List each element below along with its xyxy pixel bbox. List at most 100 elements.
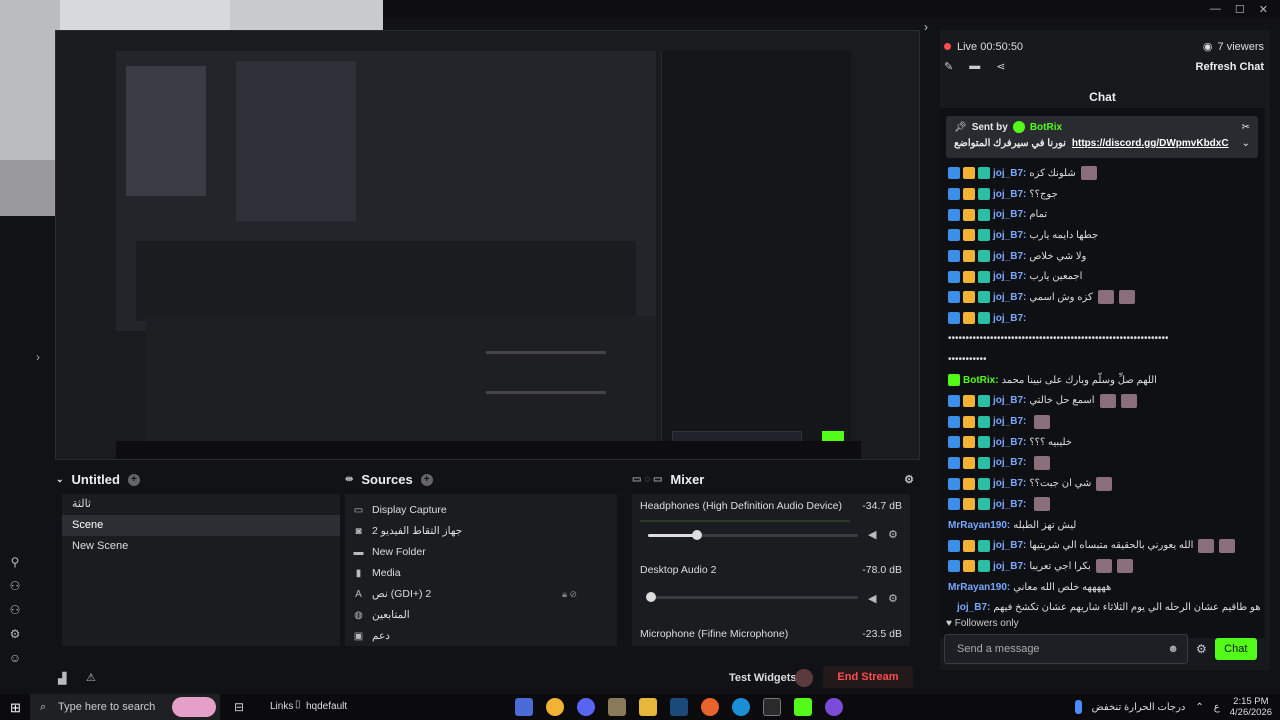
gear-icon[interactable]: ⚙	[8, 627, 22, 641]
chat-message[interactable]: joj_B7: جوج؟؟	[948, 184, 1260, 205]
slider-knob[interactable]	[692, 530, 702, 540]
chat-message[interactable]: •••••••••••	[948, 349, 1260, 370]
stream-preview[interactable]	[55, 30, 920, 460]
source-item[interactable]: A نص (GDI+) 2 🔒︎ ⊘	[345, 584, 617, 605]
link-icon[interactable]: ⚲	[8, 555, 22, 569]
language-indicator[interactable]: ع	[1214, 702, 1220, 713]
chat-message[interactable]: joj_B7: كزه وش اسمي	[948, 287, 1260, 308]
chat-message[interactable]: joj_B7:مر شاري الملابس الي هو طاقيم عشان…	[948, 597, 1260, 618]
test-widgets-button[interactable]: Test Widgets	[729, 672, 797, 684]
chat-message[interactable]: joj_B7: اجمعين يارب	[948, 266, 1260, 287]
mixer-tools-icon[interactable]: ▭ ◌ ▭	[632, 474, 662, 485]
stats-icon[interactable]: ▟	[58, 672, 66, 685]
chat-message[interactable]: joj_B7: ولا شي خلاص	[948, 246, 1260, 267]
chat-username[interactable]: joj_B7:	[993, 437, 1026, 448]
chat-username[interactable]: joj_B7:	[993, 189, 1026, 200]
chevron-down-icon[interactable]: ⌄	[1242, 138, 1250, 149]
chat-message[interactable]: joj_B7: اسمع حل خالتي	[948, 391, 1260, 412]
gear-icon[interactable]: ⚙	[1196, 642, 1207, 656]
plug-icon-2[interactable]: ⚇	[8, 603, 22, 617]
scene-item[interactable]: ثالثة	[62, 494, 340, 515]
pinned-link[interactable]: https://discord.gg/DWpmvKbdxC	[1072, 138, 1229, 149]
chat-username[interactable]: joj_B7:	[993, 271, 1026, 282]
scene-item[interactable]: Scene	[62, 515, 340, 536]
windows-start-icon[interactable]: ⊞	[10, 700, 21, 716]
weather-text[interactable]: درجات الحرارة تنخفض	[1092, 702, 1186, 713]
chat-username[interactable]: joj_B7:	[993, 561, 1026, 572]
source-item[interactable]: ◙ جهاز التقاط الفيديو 2	[345, 521, 617, 542]
chat-message[interactable]: joj_B7: جطها دايمه يارب	[948, 225, 1260, 246]
chevron-up-icon[interactable]: ⌃	[1195, 702, 1203, 713]
chat-username[interactable]: MrRayan190:	[948, 520, 1010, 531]
chat-username[interactable]: joj_B7:	[993, 230, 1026, 241]
end-stream-button[interactable]: End Stream	[823, 666, 913, 688]
chat-message[interactable]: joj_B7: شلونك كزه	[948, 163, 1260, 184]
chat-message[interactable]: joj_B7:	[948, 494, 1260, 515]
chat-username[interactable]: joj_B7:	[993, 395, 1026, 406]
edit-icon[interactable]: ✎	[944, 60, 953, 73]
chat-message[interactable]: BotRix: اللهم صلِّ وسلّم وبارك على نبينا …	[948, 370, 1260, 391]
chat-message[interactable]: MrRayan190: هههههه خلص الله معاني	[948, 577, 1260, 598]
alert-icon[interactable]: ⚠	[86, 671, 96, 684]
chat-username[interactable]: joj_B7:	[993, 499, 1026, 510]
source-item[interactable]: ▮ Media	[345, 563, 617, 584]
app-icon[interactable]	[546, 698, 564, 716]
minimize-button[interactable]: —	[1210, 3, 1221, 15]
app-icon[interactable]	[515, 698, 533, 716]
steam-icon[interactable]	[670, 698, 688, 716]
pinned-message[interactable]: 📌︎ Sent by BotRix ✂ نورنا في سيرفرك المت…	[946, 116, 1258, 158]
app-icon[interactable]	[825, 698, 843, 716]
chat-message[interactable]: joj_B7: الله يعورني بالحقيقه متبساه الي ش…	[948, 535, 1260, 556]
chat-username[interactable]: joj_B7:	[993, 168, 1026, 179]
folder-icon[interactable]: ▬	[969, 60, 980, 73]
chat-username[interactable]: joj_B7:	[993, 251, 1026, 262]
message-input[interactable]: Send a message ☻	[944, 634, 1188, 664]
scene-item[interactable]: New Scene	[62, 536, 340, 557]
add-scene-icon[interactable]: +	[127, 473, 140, 486]
chat-message[interactable]: joj_B7: تمام	[948, 204, 1260, 225]
source-item[interactable]: ▣ دعم	[345, 626, 617, 647]
maximize-button[interactable]: ☐	[1235, 3, 1245, 16]
chat-username[interactable]: joj_B7:	[993, 416, 1026, 427]
chat-username[interactable]: joj_B7:	[993, 313, 1026, 324]
add-source-icon[interactable]: +	[420, 473, 433, 486]
links-toolbar[interactable]: Links	[270, 701, 293, 712]
folder-icon[interactable]	[639, 698, 657, 716]
discord-icon[interactable]	[577, 698, 595, 716]
gear-icon[interactable]: ⚙	[888, 528, 898, 541]
chat-message[interactable]: joj_B7: بكرا اجي تعريبا	[948, 556, 1260, 577]
chat-username[interactable]: MrRayan190:	[948, 582, 1010, 593]
gear-icon[interactable]: ⚙	[888, 592, 898, 605]
chat-username[interactable]: joj_B7:	[957, 602, 990, 613]
chat-message[interactable]: joj_B7: شي ان جبت؟؟	[948, 473, 1260, 494]
chevron-left-icon[interactable]: ›	[36, 350, 40, 364]
chat-username[interactable]: joj_B7:	[993, 457, 1026, 468]
chat-username[interactable]: joj_B7:	[993, 292, 1026, 303]
chat-username[interactable]: BotRix:	[963, 375, 999, 386]
volume-slider[interactable]	[646, 592, 858, 602]
speaker-icon[interactable]: ◀	[868, 528, 876, 541]
clock[interactable]: 2:15 PM 4/26/2026	[1230, 696, 1272, 718]
chat-username[interactable]: joj_B7:	[993, 209, 1026, 220]
expand-icon[interactable]: ⇹	[345, 474, 353, 485]
speaker-icon[interactable]: ◀	[868, 592, 876, 605]
chat-message[interactable]: joj_B7:	[948, 308, 1260, 329]
chat-message[interactable]: joj_B7:	[948, 411, 1260, 432]
refresh-chat-button[interactable]: Refresh Chat	[1196, 61, 1264, 73]
chat-message[interactable]: ••••••••••••••••••••••••••••••••••••••••…	[948, 329, 1260, 350]
app-icon[interactable]	[608, 698, 626, 716]
unpin-icon[interactable]: ✂	[1242, 122, 1250, 133]
chat-username[interactable]: joj_B7:	[993, 540, 1026, 551]
chevron-right-icon[interactable]: ›	[924, 20, 928, 34]
user-icon[interactable]: ☺	[8, 651, 22, 665]
send-chat-button[interactable]: Chat	[1214, 638, 1257, 660]
taskbar-search[interactable]: ⌕ Type here to search	[30, 694, 220, 720]
kick-icon[interactable]	[794, 698, 812, 716]
chat-username[interactable]: joj_B7:	[993, 478, 1026, 489]
chat-message[interactable]: joj_B7:	[948, 453, 1260, 474]
file-link[interactable]: hqdefault	[306, 701, 347, 712]
lock-icon[interactable]: 🔒︎ ⊘	[562, 584, 577, 605]
browser-icon[interactable]	[701, 698, 719, 716]
stream-toggle-icon[interactable]	[795, 669, 813, 687]
task-view-icon[interactable]: ⊟	[234, 700, 244, 714]
